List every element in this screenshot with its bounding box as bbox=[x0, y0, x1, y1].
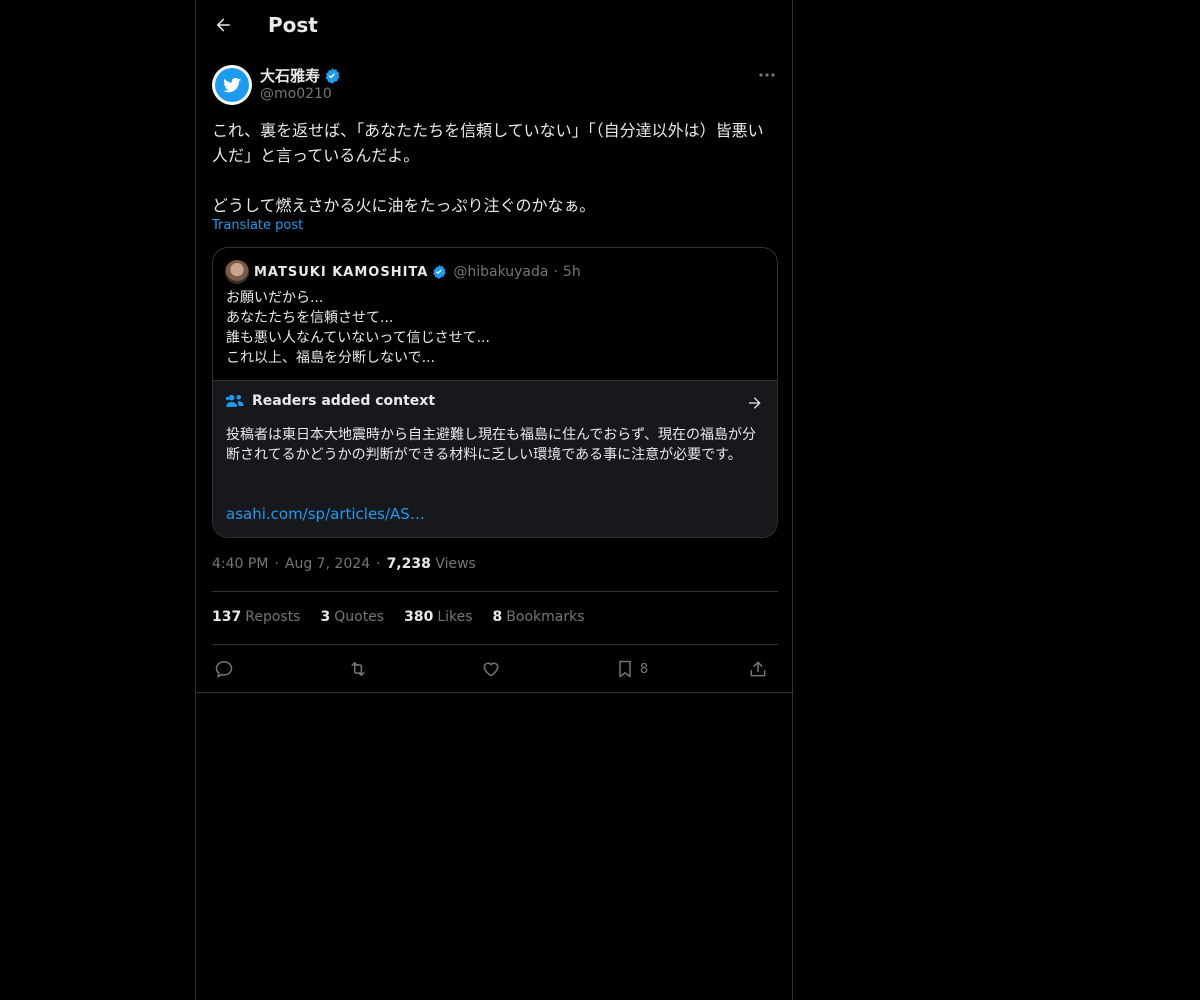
back-button[interactable] bbox=[210, 12, 236, 38]
bookmark-button[interactable]: 8 bbox=[616, 654, 648, 684]
more-dots-icon bbox=[759, 73, 775, 77]
like-button[interactable] bbox=[481, 654, 501, 684]
reply-button[interactable] bbox=[214, 654, 234, 684]
views-count: 7,238 bbox=[386, 556, 431, 572]
views-label: Views bbox=[435, 556, 476, 572]
repost-button[interactable] bbox=[347, 654, 369, 684]
quoted-avatar[interactable] bbox=[225, 260, 249, 284]
verified-badge-icon bbox=[433, 265, 447, 279]
quoted-post-text: お願いだから... あなたたちを信頼させて... 誰も悪い人なんていないって信じ… bbox=[226, 290, 490, 366]
community-note-link[interactable]: asahi.com/sp/articles/AS… bbox=[226, 505, 425, 523]
bookmarks-count: 8 bbox=[492, 609, 503, 625]
quoted-time[interactable]: 5h bbox=[563, 264, 581, 280]
action-bar: 8 bbox=[212, 654, 778, 684]
repost-icon bbox=[351, 662, 365, 676]
bookmarks-stat[interactable]: 8 Bookmarks bbox=[493, 609, 585, 625]
separator-dot: · bbox=[376, 556, 381, 572]
likes-stat[interactable]: 380 Likes bbox=[404, 609, 472, 625]
reposts-stat[interactable]: 137 Reposts bbox=[212, 609, 300, 625]
post-date[interactable]: Aug 7, 2024 bbox=[285, 556, 370, 572]
bookmarks-label: Bookmarks bbox=[506, 609, 585, 625]
bookmark-count: 8 bbox=[640, 661, 649, 677]
divider bbox=[212, 591, 778, 592]
community-note-title: Readers added context bbox=[252, 393, 436, 409]
main-column: Post 大石雅寿 @mo0210 これ、裏を返せば、「あなたたちを信頼していな… bbox=[195, 0, 794, 1000]
twitter-bird-icon bbox=[215, 68, 249, 102]
quoted-post-header: MATSUKI KAMOSHITA @hibakuyada · 5h bbox=[225, 260, 581, 284]
author-name-row[interactable]: 大石雅寿 bbox=[260, 65, 341, 86]
likes-label: Likes bbox=[437, 609, 473, 625]
community-note-open-button[interactable] bbox=[745, 393, 765, 413]
quoted-author-name[interactable]: MATSUKI KAMOSHITA bbox=[254, 265, 428, 280]
divider bbox=[212, 644, 778, 645]
quoted-post[interactable]: MATSUKI KAMOSHITA @hibakuyada · 5h お願いだか… bbox=[212, 247, 778, 538]
post-meta: 4:40 PM · Aug 7, 2024 · 7,238 Views bbox=[212, 556, 476, 572]
author-block: 大石雅寿 @mo0210 bbox=[212, 64, 778, 108]
quotes-label: Quotes bbox=[334, 609, 385, 625]
avatar[interactable] bbox=[212, 65, 252, 105]
likes-count: 380 bbox=[404, 609, 434, 625]
author-handle[interactable]: @mo0210 bbox=[260, 86, 332, 102]
post-time[interactable]: 4:40 PM bbox=[212, 556, 268, 572]
reposts-label: Reposts bbox=[245, 609, 301, 625]
arrow-left-icon bbox=[216, 18, 230, 32]
reply-icon bbox=[215, 661, 233, 678]
community-note-text: 投稿者は東日本大地震時から自主避難し現在も福島に住んでおらず、現在の福島が分断さ… bbox=[226, 427, 757, 463]
quotes-stat[interactable]: 3 Quotes bbox=[320, 609, 384, 625]
bookmark-icon bbox=[619, 660, 631, 678]
translate-post-link[interactable]: Translate post bbox=[212, 218, 303, 233]
header: Post bbox=[196, 0, 794, 54]
verified-badge-icon bbox=[325, 67, 340, 84]
arrow-right-icon bbox=[749, 397, 761, 409]
people-icon bbox=[225, 394, 244, 407]
reposts-count: 137 bbox=[212, 609, 242, 625]
post-text: これ、裏を返せば、「あなたたちを信頼していない」「（自分達以外は）皆悪い人だ」と… bbox=[212, 121, 764, 215]
quoted-author-handle[interactable]: @hibakuyada bbox=[453, 264, 548, 280]
separator-dot: · bbox=[553, 264, 558, 280]
share-button[interactable] bbox=[748, 654, 768, 684]
page-title: Post bbox=[268, 13, 318, 37]
community-note-header: Readers added context bbox=[225, 393, 435, 409]
quotes-count: 3 bbox=[320, 609, 331, 625]
author-name[interactable]: 大石雅寿 bbox=[260, 65, 320, 86]
community-note[interactable]: Readers added context 投稿者は東日本大地震時から自主避難し… bbox=[213, 380, 777, 537]
heart-icon bbox=[483, 662, 499, 677]
engagement-stats: 137 Reposts 3 Quotes 380 Likes 8 Bookmarks bbox=[212, 609, 585, 625]
more-options-button[interactable] bbox=[756, 66, 778, 84]
separator-dot: · bbox=[274, 556, 279, 572]
divider bbox=[196, 692, 794, 693]
share-icon bbox=[750, 661, 766, 677]
